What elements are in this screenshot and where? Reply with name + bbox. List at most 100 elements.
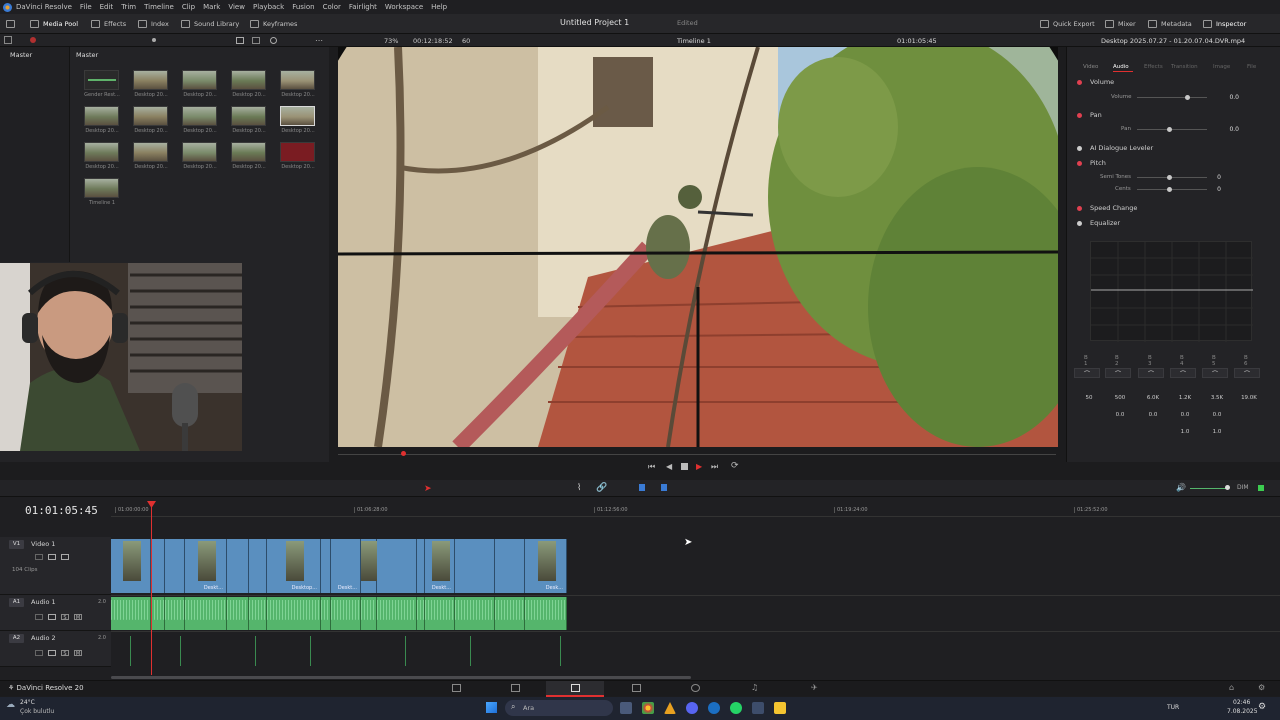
menu-mark[interactable]: Mark <box>203 3 220 11</box>
bin-list-toggle-icon[interactable] <box>4 36 12 44</box>
cents-slider[interactable] <box>1137 187 1207 192</box>
volume-value[interactable]: 0.0 <box>1203 94 1239 101</box>
eq-band-type-select[interactable]: ⌒ <box>1202 368 1228 378</box>
eq-band-type-select[interactable]: ⌒ <box>1234 368 1260 378</box>
audio-clip[interactable] <box>331 597 361 630</box>
marker-icon[interactable] <box>661 484 667 491</box>
menu-help[interactable]: Help <box>431 3 447 11</box>
video-clip[interactable] <box>377 539 417 593</box>
play-icon[interactable]: ▶ <box>696 462 702 471</box>
media-pool-clip-thumbnail[interactable] <box>280 106 315 126</box>
media-pool-clip-thumbnail[interactable] <box>84 142 119 162</box>
eq-band-type-select[interactable]: ⌒ <box>1074 368 1100 378</box>
dim-button[interactable]: DIM <box>1237 484 1249 491</box>
flag-icon[interactable] <box>639 484 645 491</box>
track-tag[interactable]: V1 <box>9 540 24 549</box>
video-clip[interactable] <box>227 539 249 593</box>
fairlight-page-icon[interactable]: ♫ <box>751 683 758 692</box>
semitones-slider[interactable] <box>1137 175 1207 180</box>
enable-dot-icon[interactable] <box>1077 161 1082 166</box>
eq-band-gain[interactable]: 0.0 <box>1174 412 1196 418</box>
task-view-icon[interactable] <box>620 702 632 714</box>
video-clip[interactable] <box>111 539 151 593</box>
eq-band-gain[interactable]: 0.0 <box>1206 412 1228 418</box>
audio-clip[interactable] <box>361 597 377 630</box>
audio-clip[interactable] <box>377 597 417 630</box>
enable-dot-icon[interactable] <box>1077 146 1082 151</box>
grid-view-icon[interactable] <box>236 37 244 44</box>
media-page-icon[interactable] <box>452 684 461 692</box>
play-reverse-icon[interactable]: ◀ <box>666 462 672 471</box>
media-pool-clip-thumbnail[interactable] <box>231 106 266 126</box>
menu-fusion[interactable]: Fusion <box>292 3 314 11</box>
clock-date[interactable]: 7.08.2025 <box>1227 708 1258 715</box>
cut-page-icon[interactable] <box>511 684 520 692</box>
skip-to-end-icon[interactable]: ⏭ <box>711 462 718 472</box>
video-clip[interactable] <box>455 539 495 593</box>
snapping-icon[interactable]: ⌇ <box>577 483 581 493</box>
list-view-icon[interactable] <box>252 37 260 44</box>
audio-clip[interactable] <box>321 597 331 630</box>
video-viewer[interactable] <box>338 47 1058 447</box>
equalizer-graph[interactable] <box>1090 241 1253 342</box>
quick-export-button[interactable]: Quick Export <box>1040 18 1095 30</box>
video-clip[interactable]: Deskt... <box>331 539 361 593</box>
edit-page-icon[interactable] <box>571 684 580 692</box>
video-clip[interactable] <box>151 539 165 593</box>
weather-icon[interactable]: ☁ <box>6 700 15 710</box>
enable-dot-icon[interactable] <box>1077 80 1082 85</box>
timeline-ruler[interactable]: 01:00:00:00 01:06:28:00 01:12:56:00 01:19:2… <box>111 500 1280 517</box>
video-clip[interactable] <box>361 539 379 593</box>
lock-icon[interactable] <box>35 554 43 560</box>
audio-clip[interactable] <box>185 597 227 630</box>
timeline-playhead[interactable] <box>151 503 152 675</box>
video-clip[interactable]: Deskt... <box>425 539 455 593</box>
media-pool-clip-thumbnail[interactable] <box>84 70 119 90</box>
cents-value[interactable]: 0 <box>1203 186 1221 193</box>
enable-dot-icon[interactable] <box>1077 113 1082 118</box>
davinci-taskbar-icon[interactable] <box>752 702 764 714</box>
eq-band-gain[interactable]: 0.0 <box>1109 412 1131 418</box>
enable-dot-icon[interactable] <box>1077 221 1082 226</box>
language-indicator[interactable]: TUR <box>1167 704 1179 711</box>
lock-icon[interactable] <box>35 650 43 656</box>
video-clip[interactable]: Deskt... <box>185 539 227 593</box>
file-explorer-icon[interactable] <box>774 702 786 714</box>
tab-video[interactable]: Video <box>1083 64 1098 70</box>
stop-icon[interactable] <box>681 463 688 470</box>
keyframes-button[interactable]: Keyframes <box>250 18 297 30</box>
media-pool-button[interactable]: Media Pool <box>30 18 78 30</box>
auto-select-icon[interactable] <box>48 650 56 656</box>
media-pool-clip-thumbnail[interactable] <box>280 70 315 90</box>
eq-band-q[interactable]: 1.0 <box>1206 429 1228 435</box>
metadata-button[interactable]: Metadata <box>1148 18 1192 30</box>
master-volume-knob[interactable] <box>1225 485 1230 490</box>
loop-icon[interactable]: ⟳ <box>731 461 739 471</box>
solo-button[interactable]: S <box>61 614 69 621</box>
audio-clip[interactable] <box>267 597 321 630</box>
bin-master[interactable]: Master <box>10 51 32 59</box>
inspector-button[interactable]: Inspector <box>1203 18 1246 30</box>
volume-knob[interactable] <box>1185 95 1190 100</box>
eq-band-frequency[interactable]: 500 <box>1109 395 1131 401</box>
lock-icon[interactable] <box>35 614 43 620</box>
timeline-timecode[interactable]: 01:01:05:45 <box>25 504 98 517</box>
deliver-page-icon[interactable]: ✈ <box>811 683 818 692</box>
whatsapp-icon[interactable] <box>730 702 742 714</box>
track-tag[interactable]: A2 <box>9 634 24 643</box>
pan-slider[interactable] <box>1137 127 1207 132</box>
skip-to-start-icon[interactable]: ⏮ <box>648 462 655 472</box>
windows-start-icon[interactable] <box>486 702 497 713</box>
menu-timeline[interactable]: Timeline <box>144 3 174 11</box>
enable-dot-icon[interactable] <box>1077 206 1082 211</box>
timeline-scrollbar[interactable] <box>111 676 691 679</box>
menu-clip[interactable]: Clip <box>182 3 195 11</box>
media-pool-clip-thumbnail[interactable] <box>280 142 315 162</box>
taskbar-search-box[interactable]: ⌕ Ara <box>505 700 613 716</box>
video-clip[interactable]: Desk... <box>525 539 567 593</box>
video-clip[interactable] <box>495 539 525 593</box>
eq-band-type-select[interactable]: ⌒ <box>1170 368 1196 378</box>
mute-button[interactable]: M <box>74 614 82 621</box>
audio-clip[interactable] <box>165 597 185 630</box>
menu-fairlight[interactable]: Fairlight <box>349 3 377 11</box>
